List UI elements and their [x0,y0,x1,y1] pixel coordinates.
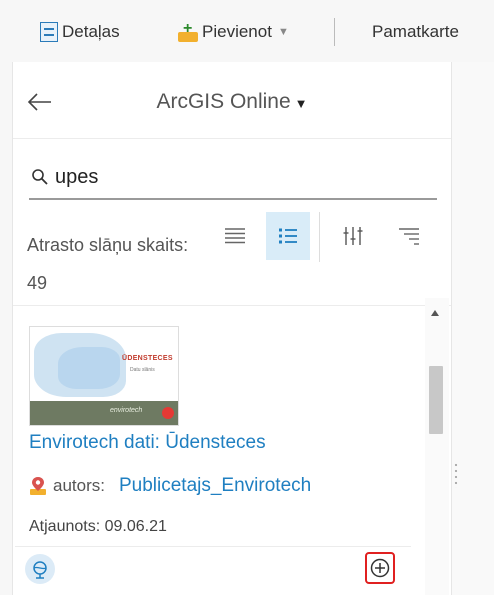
basemap-icon [348,22,368,42]
add-label: Pievienot [202,22,272,41]
add-icon: + [178,21,198,42]
author-link[interactable]: Publicetajs_Envirotech [119,475,311,497]
details-label: Detaļas [62,22,120,41]
compact-list-view-button[interactable] [213,212,257,260]
author-row: autors: Publicetajs_Envirotech [29,474,311,498]
resize-handle[interactable] [454,462,458,488]
search-icon [32,169,48,185]
thumbnail-subtitle: Datu slānis [130,367,155,373]
basemap-button[interactable]: Pamatkarte [348,20,459,44]
author-label: autors: [53,476,105,495]
source-dropdown[interactable]: ArcGIS Online ▼ [13,90,451,114]
filter-icon [343,227,363,245]
thumbnail-logo: envirotech [110,407,143,414]
source-label: ArcGIS Online [156,90,291,113]
search-box [29,156,437,200]
globe-icon [33,561,47,579]
sort-button[interactable] [387,212,431,260]
detailed-list-view-button[interactable] [266,212,310,260]
add-layer-button[interactable] [365,552,395,584]
thumbnail-band [30,401,178,425]
view-toggle-divider [319,212,320,262]
card-actions-divider [15,546,411,547]
chevron-down-icon: ▼ [294,96,308,111]
scroll-up-arrow-icon[interactable] [431,310,439,316]
thumbnail-red-dot [162,407,174,419]
sort-icon [399,228,419,245]
thumbnail-title: ŪDENSTECES [122,355,173,362]
scrollbar-thumb[interactable] [429,366,443,434]
add-layer-panel: ArcGIS Online▼ Atrasto slāņu skaits: 49 [12,62,452,595]
details-button[interactable]: Detaļas [40,20,120,44]
result-thumbnail[interactable]: ŪDENSTECES Datu slānis envirotech [29,326,179,426]
thumbnail-map-shape-inner [58,347,120,389]
top-toolbar: Detaļas + Pievienot ▼ Pamatkarte [0,0,494,62]
result-title-link[interactable]: Envirotech dati: Ūdensteces [29,432,266,454]
result-card[interactable]: ŪDENSTECES Datu slānis envirotech Enviro… [15,312,411,595]
search-input[interactable] [55,162,425,192]
filter-button[interactable] [331,212,375,260]
chevron-down-icon: ▼ [277,26,289,38]
details-icon [40,22,58,42]
panel-header: ArcGIS Online ▼ [13,62,451,139]
add-button[interactable]: + Pievienot ▼ [178,20,289,44]
toolbar-divider [334,18,335,46]
basemap-label: Pamatkarte [372,22,459,41]
add-circle-icon [370,558,390,578]
pin-icon [30,477,46,495]
map-gutter [451,62,494,595]
updated-date: Atjaunots: 09.06.21 [29,518,167,535]
list-detailed-icon [279,228,297,244]
results-divider [13,305,451,306]
details-globe-button[interactable] [25,554,55,584]
result-count: Atrasto slāņu skaits: 49 [27,235,189,293]
results-scrollbar[interactable] [425,298,449,595]
list-compact-icon [225,228,245,244]
